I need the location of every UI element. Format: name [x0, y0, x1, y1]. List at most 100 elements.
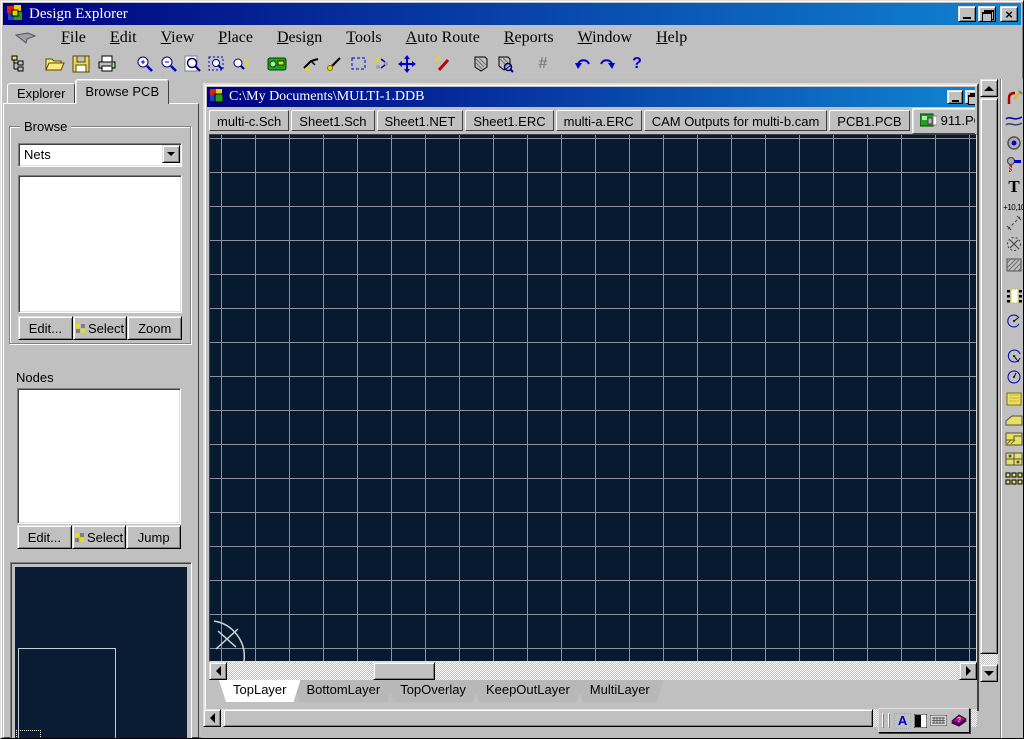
room-tool-button[interactable]	[1004, 234, 1024, 254]
menu-auto-route[interactable]: Auto Route	[394, 28, 492, 48]
scroll-track[interactable]	[227, 662, 959, 680]
scroll-right-button[interactable]	[959, 662, 977, 680]
help-button[interactable]: ?	[625, 52, 649, 76]
mdi-vertical-scrollbar[interactable]	[979, 79, 999, 701]
magic-wand-button[interactable]	[431, 52, 455, 76]
circle-tool-button[interactable]	[1004, 389, 1024, 409]
mdi-horizontal-scrollbar[interactable]	[203, 709, 977, 727]
zoom-area-button[interactable]	[205, 52, 229, 76]
nets-zoom-button[interactable]: Zoom	[127, 316, 182, 340]
nets-listbox[interactable]	[18, 175, 182, 313]
system-menu-icon[interactable]	[3, 32, 49, 44]
tab-browse-pcb[interactable]: Browse PCB	[75, 79, 169, 104]
menu-reports[interactable]: Reports	[492, 28, 566, 48]
pad-array-tool-button[interactable]	[1004, 469, 1024, 489]
doc-tab-sheet1-sch[interactable]: Sheet1.Sch	[291, 110, 374, 131]
doc-tab-911-pcb[interactable]: 911.PCB	[912, 108, 975, 134]
document-titlebar[interactable]: C:\My Documents\MULTI-1.DDB	[207, 87, 975, 107]
ime-block-button[interactable]	[914, 713, 927, 729]
zoom-out-button[interactable]	[157, 52, 181, 76]
menu-place[interactable]: Place	[206, 28, 265, 48]
redo-button[interactable]	[595, 52, 619, 76]
minimize-button[interactable]	[958, 6, 976, 22]
help-book-button[interactable]: ?	[950, 713, 967, 729]
draw-line-button[interactable]	[323, 52, 347, 76]
layer-tab-multilayer[interactable]: MultiLayer	[576, 680, 664, 702]
browse-filter-value[interactable]: Nets	[18, 143, 182, 167]
route-tool-button[interactable]	[1004, 89, 1024, 109]
menu-help[interactable]: Help	[644, 28, 699, 48]
move-button[interactable]	[395, 52, 419, 76]
layer-tab-toplayer[interactable]: TopLayer	[219, 680, 300, 702]
doc-tab-multi-a-erc[interactable]: multi-a.ERC	[556, 110, 642, 131]
nodes-jump-button[interactable]: Jump	[126, 525, 181, 549]
menu-file[interactable]: File	[49, 28, 98, 48]
titlebar[interactable]: Design Explorer ×	[3, 3, 1021, 25]
arc-any-tool-button[interactable]	[1004, 367, 1024, 387]
layer-tab-bottomlayer[interactable]: BottomLayer	[292, 680, 394, 702]
restore-button[interactable]	[978, 6, 996, 22]
scroll-thumb[interactable]	[373, 662, 435, 680]
browse-tree-button[interactable]	[7, 52, 31, 76]
library-search-button[interactable]	[493, 52, 517, 76]
board-preview[interactable]	[10, 562, 192, 739]
track-tool-button[interactable]	[1004, 111, 1024, 131]
print-button[interactable]	[95, 52, 119, 76]
pcb-horizontal-scrollbar[interactable]	[209, 662, 977, 680]
dimension-tool-button[interactable]	[1004, 213, 1024, 233]
undo-button[interactable]	[571, 52, 595, 76]
keyboard-button[interactable]	[930, 713, 947, 729]
menu-window[interactable]: Window	[566, 28, 644, 48]
combo-dropdown-button[interactable]	[162, 145, 180, 163]
polygon-tool-button[interactable]	[1004, 429, 1024, 449]
grid-toggle-button[interactable]: #	[531, 52, 555, 76]
save-button[interactable]	[69, 52, 93, 76]
arc-edge-tool-button[interactable]	[1004, 311, 1024, 331]
select-area-button[interactable]	[347, 52, 371, 76]
library-button[interactable]	[469, 52, 493, 76]
pad-tool-button[interactable]	[1004, 155, 1024, 175]
component-tool-button[interactable]	[1004, 286, 1024, 306]
wire-cutter-button[interactable]	[299, 52, 323, 76]
scroll-down-button[interactable]	[980, 664, 998, 682]
nets-edit-button[interactable]: Edit...	[18, 316, 73, 340]
nodes-listbox[interactable]	[17, 388, 181, 524]
string-tool-button[interactable]: T	[1004, 176, 1024, 196]
arc-center-tool-button[interactable]	[1004, 346, 1024, 366]
toolbar-grip[interactable]	[888, 713, 890, 728]
layer-tab-keepoutlayer[interactable]: KeepOutLayer	[472, 680, 584, 702]
vscroll-track[interactable]	[980, 654, 998, 664]
menu-design[interactable]: Design	[265, 28, 334, 48]
pcb-canvas[interactable]	[209, 134, 977, 662]
menu-tools[interactable]: Tools	[334, 28, 393, 48]
close-button[interactable]: ×	[1000, 6, 1018, 22]
via-tool-button[interactable]	[1004, 133, 1024, 153]
nodes-select-button[interactable]: Select	[72, 525, 127, 549]
fill-tool-button[interactable]	[1004, 255, 1024, 275]
doc-tab-multi-c-sch[interactable]: multi-c.Sch	[209, 110, 289, 131]
browse-filter-combobox[interactable]: Nets	[18, 143, 182, 167]
doc-tab-pcb1-pcb[interactable]: PCB1.PCB	[829, 110, 909, 131]
doc-tab-cam-outputs[interactable]: CAM Outputs for multi-b.cam	[644, 110, 828, 131]
doc-restore-button[interactable]	[965, 90, 975, 104]
vscroll-thumb[interactable]	[980, 98, 998, 654]
toolbar-grip[interactable]	[882, 713, 884, 728]
font-tool-button[interactable]: A	[894, 713, 911, 729]
preview-viewport-rect[interactable]	[18, 648, 116, 739]
doc-tab-sheet1-net[interactable]: Sheet1.NET	[377, 110, 464, 131]
menu-view[interactable]: View	[149, 28, 207, 48]
rectangle-fill-tool-button[interactable]	[1004, 409, 1024, 429]
doc-minimize-button[interactable]	[947, 90, 963, 104]
tab-explorer[interactable]: Explorer	[7, 83, 75, 104]
nets-select-button[interactable]: Select	[73, 316, 128, 340]
hscroll-thumb[interactable]	[223, 709, 873, 727]
nodes-edit-button[interactable]: Edit...	[17, 525, 72, 549]
zoom-point-button[interactable]	[229, 52, 253, 76]
layer-tab-topoverlay[interactable]: TopOverlay	[386, 680, 480, 702]
scroll-left-button[interactable]	[203, 709, 221, 727]
zoom-in-button[interactable]	[133, 52, 157, 76]
menu-edit[interactable]: Edit	[98, 28, 149, 48]
doc-tab-sheet1-erc[interactable]: Sheet1.ERC	[465, 110, 553, 131]
deselect-button[interactable]	[371, 52, 395, 76]
scroll-up-button[interactable]	[980, 79, 998, 97]
